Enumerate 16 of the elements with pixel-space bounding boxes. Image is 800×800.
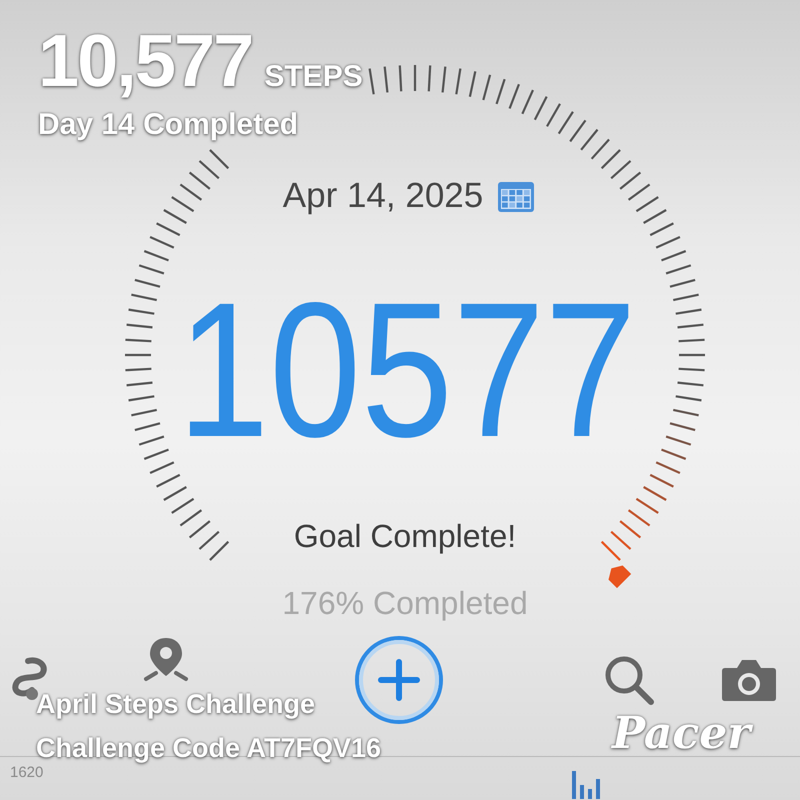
step-count: 10577 xyxy=(177,274,637,466)
goal-status: Goal Complete! xyxy=(294,518,516,555)
add-button[interactable] xyxy=(353,634,445,726)
challenge-name: April Steps Challenge xyxy=(36,688,316,720)
day-status: Day 14 Completed xyxy=(38,108,300,142)
calendar-icon[interactable] xyxy=(497,179,536,213)
search-icon[interactable] xyxy=(603,654,655,706)
bar-chart-icon[interactable] xyxy=(570,769,602,799)
date-label: Apr 14, 2025 xyxy=(282,176,484,216)
chart-axis-label: 1620 xyxy=(10,764,44,781)
progress-label: 176% Completed xyxy=(282,585,528,622)
steps-unit: STEPS xyxy=(264,60,363,94)
camera-icon[interactable] xyxy=(721,658,777,702)
app-logo: Pacer xyxy=(612,712,750,756)
step-total: 10,577 xyxy=(38,24,252,98)
challenge-code: Challenge Code AT7FQV16 xyxy=(36,732,382,764)
